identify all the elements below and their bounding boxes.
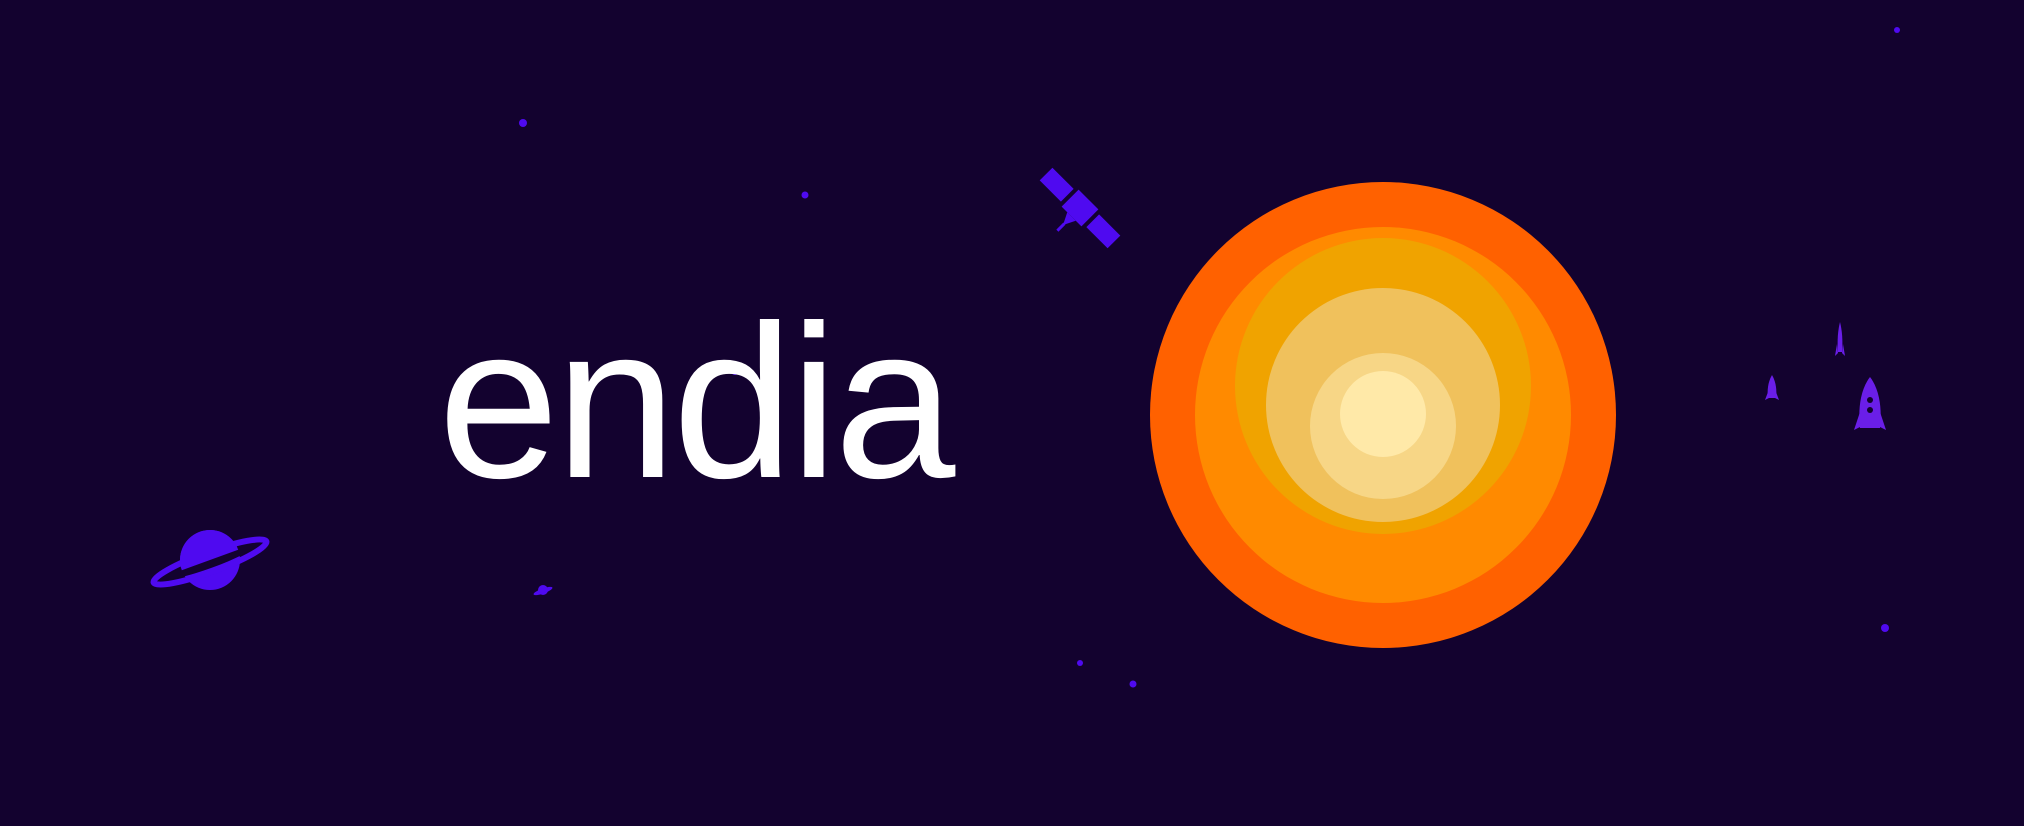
space-background xyxy=(150,27,1900,688)
star-icon xyxy=(1894,27,1900,33)
star-icon xyxy=(1077,660,1083,666)
star-icon xyxy=(801,191,809,199)
sun-icon xyxy=(1150,182,1616,648)
small-rocket-icon xyxy=(1765,375,1779,400)
planet-icon xyxy=(150,530,270,590)
star-icon xyxy=(1129,680,1137,688)
tiny-rocket-icon xyxy=(1835,322,1845,356)
star-icon xyxy=(519,119,527,127)
brand-wordmark: endia xyxy=(438,281,955,524)
small-planet-icon xyxy=(533,585,553,596)
rocket-icon xyxy=(1854,377,1886,430)
satellite-icon xyxy=(1039,167,1121,249)
star-icon xyxy=(1881,624,1889,632)
